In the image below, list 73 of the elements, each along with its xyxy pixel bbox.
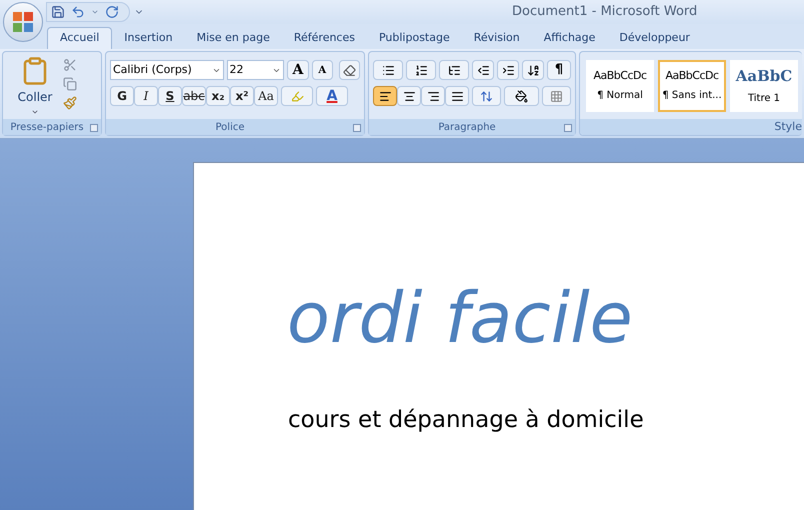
group-label: Presse-papiers [10, 120, 84, 134]
multilevel-list-button[interactable] [439, 60, 469, 80]
show-marks-button[interactable]: ¶ [547, 60, 571, 80]
group-label: Paragraphe [438, 120, 496, 134]
line-spacing-icon [480, 90, 494, 102]
align-icon [378, 90, 392, 102]
line-spacing-button[interactable] [472, 86, 502, 106]
dialog-launcher-icon[interactable] [353, 124, 361, 132]
format-button[interactable]: x₂ [206, 86, 230, 106]
save-icon [51, 5, 65, 19]
font-size-field[interactable]: 22 [226, 60, 284, 80]
style-gallery-item[interactable]: AaBbCcDc ¶ Normal [586, 60, 654, 112]
redo-icon [105, 5, 119, 19]
format-button[interactable]: abc [182, 86, 206, 106]
format-painter-icon [63, 96, 77, 110]
align-button[interactable] [397, 86, 421, 106]
shading-button[interactable] [504, 86, 539, 106]
align-button[interactable] [421, 86, 445, 106]
format-button[interactable]: Aa [254, 86, 278, 106]
clear-format-button[interactable] [338, 60, 360, 80]
dialog-launcher-icon[interactable] [90, 124, 98, 132]
document-title: ordi facile [287, 277, 633, 359]
numbering-button[interactable] [406, 60, 436, 80]
sort-button[interactable] [522, 60, 544, 80]
grow-font-button[interactable]: A [287, 60, 309, 80]
increase-indent-icon [502, 64, 514, 76]
align-icon [450, 90, 464, 102]
style-gallery-item[interactable]: AaBbCcDc ¶ Sans int... [658, 60, 726, 112]
align-button[interactable] [373, 86, 397, 106]
sort-icon [526, 64, 540, 76]
ribbon-tab[interactable]: Publipostage [366, 27, 462, 49]
paint-bucket-icon [514, 90, 528, 102]
decrease-indent-button[interactable] [472, 60, 494, 80]
group-label: Police [216, 120, 244, 134]
font-family-field[interactable]: Calibri (Corps) [110, 60, 224, 80]
highlighter-icon [290, 90, 304, 102]
undo-icon [71, 5, 85, 19]
office-button[interactable] [3, 2, 43, 42]
align-icon [402, 90, 416, 102]
eraser-icon [342, 64, 356, 76]
window-title: Document1 - Microsoft Word [512, 3, 698, 22]
align-icon [426, 90, 440, 102]
decrease-indent-icon [476, 64, 490, 76]
document-subtitle: cours et dépannage à domicile [288, 407, 644, 433]
copy-icon [63, 77, 77, 91]
font-color-button[interactable]: A [316, 86, 348, 106]
increase-indent-button[interactable] [497, 60, 519, 80]
bullets-button[interactable] [373, 60, 403, 80]
ribbon-tab[interactable]: Références [282, 27, 367, 49]
align-button[interactable] [445, 86, 469, 106]
shrink-font-button[interactable]: A [312, 60, 333, 80]
ribbon-tab[interactable]: Accueil [47, 27, 112, 49]
ribbon-tab[interactable]: Affichage [532, 27, 608, 49]
ribbon-tab[interactable]: Développeur [607, 27, 702, 49]
bullet-list-icon [382, 64, 394, 76]
borders-icon [550, 90, 563, 102]
numbered-list-icon [414, 64, 428, 76]
format-button[interactable]: G [110, 86, 134, 106]
dialog-launcher-icon[interactable] [564, 124, 572, 132]
office-logo-icon [12, 11, 34, 33]
ribbon-tab[interactable]: Insertion [112, 27, 185, 49]
group-label: Style [774, 119, 802, 135]
multilevel-list-icon [448, 64, 460, 76]
ribbon-tab[interactable]: Mise en page [184, 27, 282, 49]
ribbon-tab[interactable]: Révision [462, 27, 532, 49]
format-button[interactable]: S [158, 86, 182, 106]
format-button[interactable]: I [134, 86, 158, 106]
caret-icon [91, 8, 99, 16]
style-gallery-item[interactable]: AaBbC Titre 1 [730, 60, 798, 112]
cut-icon [63, 58, 77, 72]
caret-icon [31, 108, 39, 116]
paste-button[interactable]: Coller [7, 56, 63, 119]
format-button[interactable]: x² [230, 86, 254, 106]
